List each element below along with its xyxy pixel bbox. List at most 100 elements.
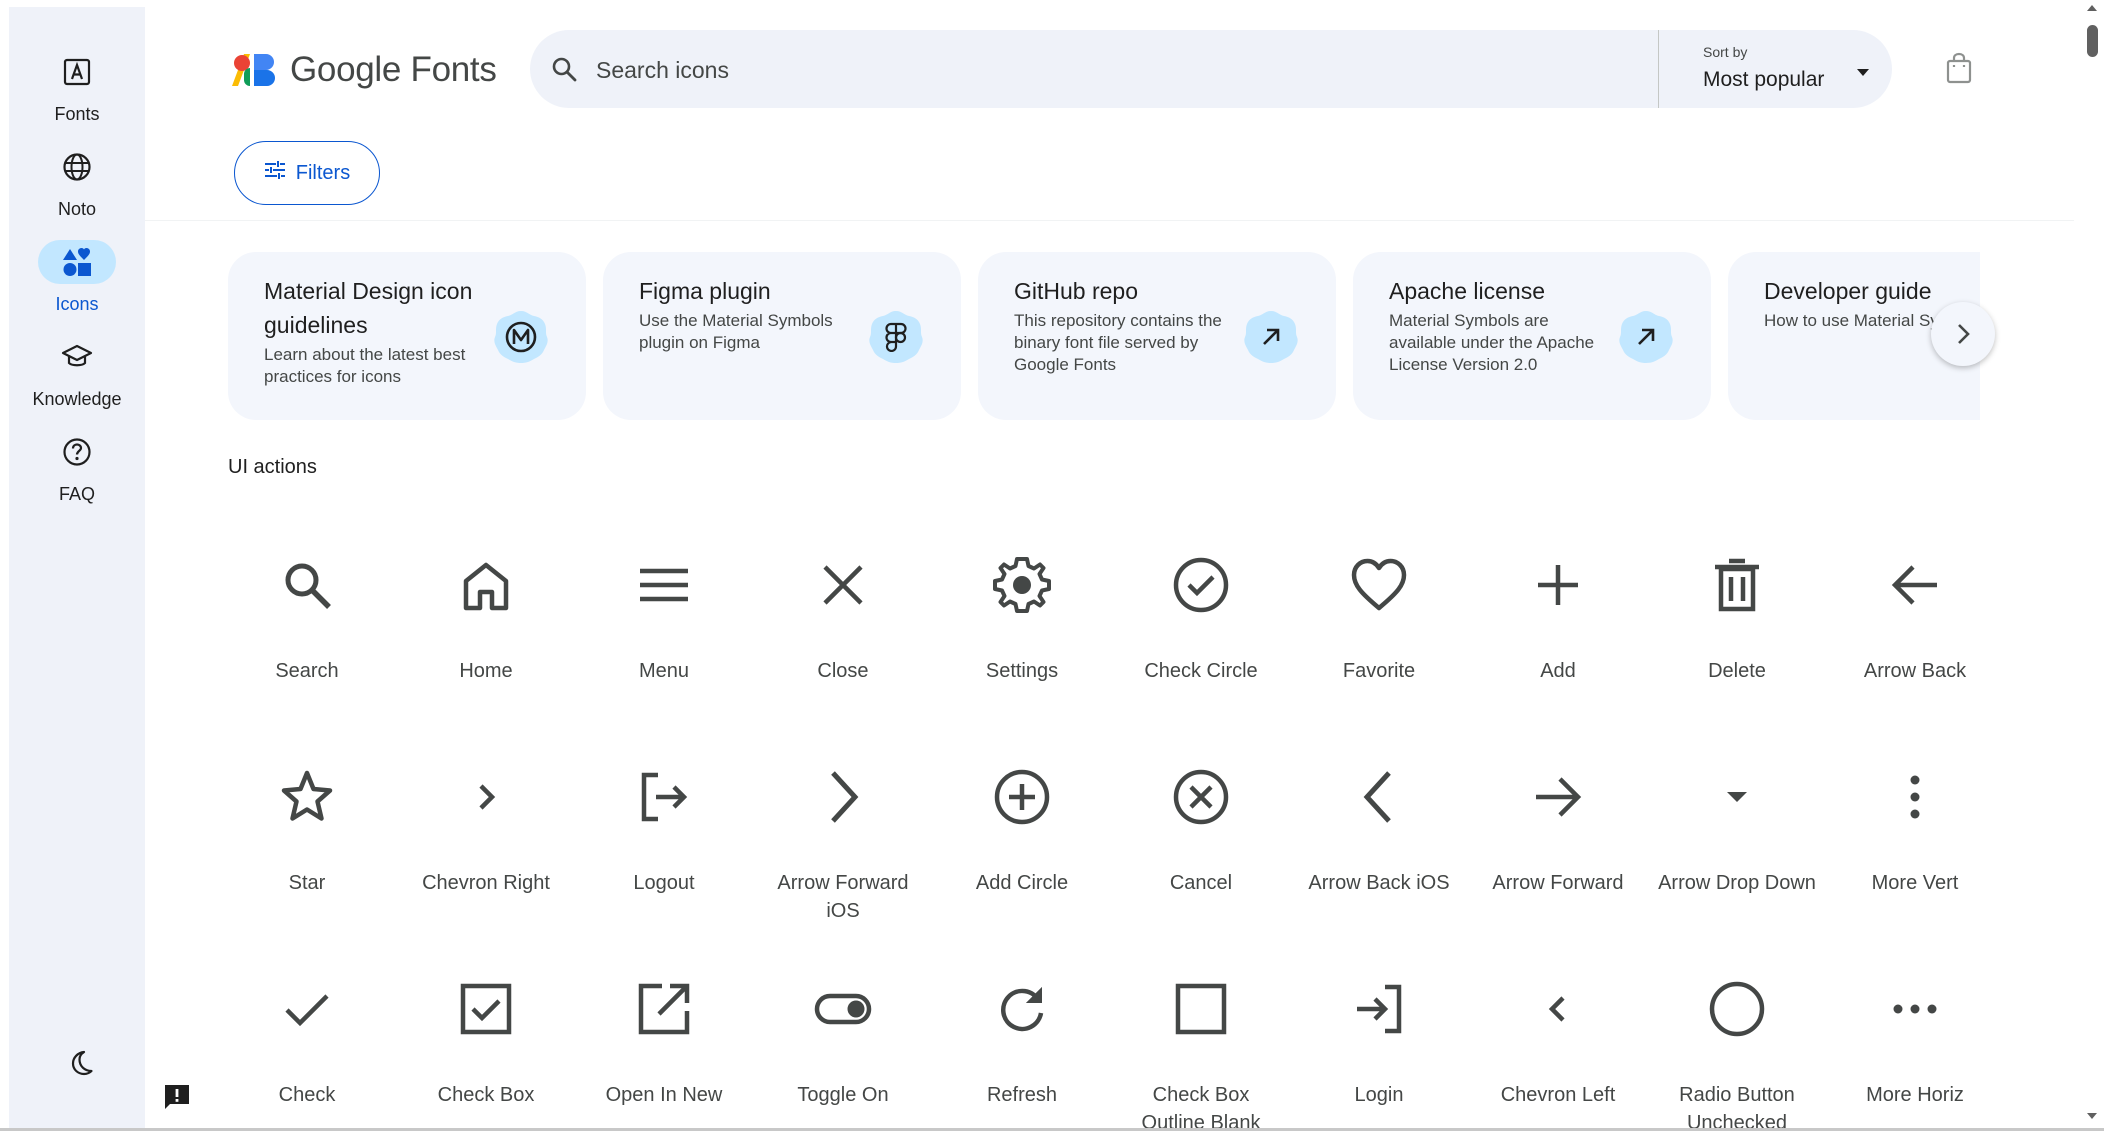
rail-item-knowledge[interactable]: Knowledge xyxy=(9,335,145,415)
scrollbar-thumb[interactable] xyxy=(2087,25,2098,57)
icon-label: Arrow Back xyxy=(1863,660,1967,682)
check-icon xyxy=(277,979,337,1039)
tune-icon xyxy=(264,160,286,186)
icon-tile-open-in-new[interactable]: Open In New xyxy=(585,954,743,1144)
icon-label: Logout xyxy=(633,872,695,894)
icon-tile-chevron-left[interactable]: Chevron Left xyxy=(1479,954,1637,1144)
icon-tile-cancel[interactable]: Cancel xyxy=(1122,742,1280,932)
icon-tile-add[interactable]: Add xyxy=(1479,530,1637,720)
chevron-right-icon[interactable] xyxy=(1931,302,1995,366)
star-icon xyxy=(277,767,337,827)
card-figma-plugin[interactable]: Figma plugin Use the Material Symbols pl… xyxy=(603,252,961,420)
header-divider xyxy=(145,220,2074,221)
icon-tile-arrow-forward-ios[interactable]: Arrow Forward iOS xyxy=(764,742,922,932)
icon-tile-arrow-back[interactable]: Arrow Back xyxy=(1836,530,1994,720)
icon-label: Arrow Forward iOS xyxy=(777,872,909,922)
arrow-drop-down-icon xyxy=(1707,767,1767,827)
help-circle-icon xyxy=(38,430,116,474)
icon-label: Home xyxy=(459,660,513,682)
navigation-rail: Fonts Noto Icons Knowledge FAQ xyxy=(9,7,145,1128)
icon-tile-check-box[interactable]: Check Box xyxy=(407,954,565,1144)
caret-down-icon xyxy=(1855,64,1871,82)
icon-label: Toggle On xyxy=(797,1084,889,1106)
icon-label: Chevron Left xyxy=(1500,1084,1616,1106)
shopping-bag-icon[interactable] xyxy=(1946,52,1972,89)
card-title: Material Design icon guidelines xyxy=(264,278,473,338)
card-desc: Material Symbols are available under the… xyxy=(1389,311,1595,374)
card-title: Figma plugin xyxy=(639,278,771,304)
icon-tile-chevron-right[interactable]: Chevron Right xyxy=(407,742,565,932)
search-bar[interactable]: Sort by Most popular xyxy=(530,30,1892,110)
google-fonts-logo-icon xyxy=(232,54,275,86)
icon-tile-delete[interactable]: Delete xyxy=(1658,530,1816,720)
scroll-down-icon[interactable] xyxy=(2086,1112,2098,1120)
icon-tile-logout[interactable]: Logout xyxy=(585,742,743,932)
icon-label: Cancel xyxy=(1169,872,1233,894)
icon-tile-login[interactable]: Login xyxy=(1300,954,1458,1144)
icon-tile-arrow-forward[interactable]: Arrow Forward xyxy=(1479,742,1637,932)
icon-tile-settings[interactable]: Settings xyxy=(943,530,1101,720)
icon-tile-arrow-back-ios[interactable]: Arrow Back iOS xyxy=(1300,742,1458,932)
icon-label: Add xyxy=(1540,660,1576,682)
icon-tile-close[interactable]: Close xyxy=(764,530,922,720)
icon-tile-favorite[interactable]: Favorite xyxy=(1300,530,1458,720)
resource-cards: Material Design icon guidelines Learn ab… xyxy=(228,252,1980,420)
icon-tile-check-circle[interactable]: Check Circle xyxy=(1122,530,1280,720)
card-desc: This repository contains the binary font… xyxy=(1014,311,1222,374)
card-apache-license[interactable]: Apache license Material Symbols are avai… xyxy=(1353,252,1711,420)
rail-item-icons[interactable]: Icons xyxy=(9,240,145,320)
scroll-up-icon[interactable] xyxy=(2086,4,2098,12)
icon-label: Check Box xyxy=(437,1084,535,1106)
chevron-left-icon xyxy=(1528,979,1588,1039)
feedback-icon[interactable] xyxy=(162,1082,192,1117)
icon-tile-more-horiz[interactable]: More Horiz xyxy=(1836,954,1994,1144)
icon-tile-check[interactable]: Check xyxy=(228,954,386,1144)
search-input[interactable] xyxy=(594,30,1598,110)
icon-label: Arrow Back iOS xyxy=(1308,872,1450,894)
scrollbar[interactable] xyxy=(2080,0,2104,1128)
icon-label: Close xyxy=(817,660,869,682)
arrow-outward-icon xyxy=(1618,309,1674,365)
favorite-icon xyxy=(1349,555,1409,615)
login-icon xyxy=(1349,979,1409,1039)
more-horiz-icon xyxy=(1885,979,1945,1039)
card-material-guidelines[interactable]: Material Design icon guidelines Learn ab… xyxy=(228,252,586,420)
icon-label: More Vert xyxy=(1871,872,1959,894)
icon-label: Star xyxy=(288,872,326,894)
sort-label: Sort by xyxy=(1703,44,1748,60)
card-desc: Use the Material Symbols plugin on Figma xyxy=(639,311,833,352)
rail-item-fonts[interactable]: Fonts xyxy=(9,50,145,130)
rail-item-faq[interactable]: FAQ xyxy=(9,430,145,510)
icon-tile-toggle-on[interactable]: Toggle On xyxy=(764,954,922,1144)
icon-label: Arrow Drop Down xyxy=(1658,872,1816,894)
icon-tile-search[interactable]: Search xyxy=(228,530,386,720)
icon-tile-home[interactable]: Home xyxy=(407,530,565,720)
icon-tile-arrow-drop-down[interactable]: Arrow Drop Down xyxy=(1658,742,1816,932)
icon-label: Search xyxy=(275,660,339,682)
card-title: GitHub repo xyxy=(1014,278,1139,304)
menu-icon xyxy=(634,555,694,615)
filters-button[interactable]: Filters xyxy=(234,141,380,205)
material-logo-icon xyxy=(493,309,549,365)
search-icon xyxy=(277,555,337,615)
icon-tile-check-box-outline-blank[interactable]: Check Box Outline Blank xyxy=(1122,954,1280,1144)
card-github-repo[interactable]: GitHub repo This repository contains the… xyxy=(978,252,1336,420)
icon-tile-star[interactable]: Star xyxy=(228,742,386,932)
icon-tile-refresh[interactable]: Refresh xyxy=(943,954,1101,1144)
icon-tile-more-vert[interactable]: More Vert xyxy=(1836,742,1994,932)
radio-button-unchecked-icon xyxy=(1707,979,1767,1039)
rail-label-noto: Noto xyxy=(57,199,97,219)
google-fonts-logo[interactable]: Google Fonts xyxy=(230,50,497,90)
sort-select[interactable]: Sort by Most popular xyxy=(1658,30,1892,108)
settings-icon xyxy=(992,555,1052,615)
icon-tile-radio-button-unchecked[interactable]: Radio Button Unchecked xyxy=(1658,954,1816,1144)
icon-tile-menu[interactable]: Menu xyxy=(585,530,743,720)
rail-label-icons: Icons xyxy=(55,294,99,314)
rail-label-faq: FAQ xyxy=(58,484,95,504)
icon-tile-add-circle[interactable]: Add Circle xyxy=(943,742,1101,932)
fonts-icon xyxy=(38,50,116,94)
icon-label: Menu xyxy=(638,660,690,682)
dark-mode-icon[interactable] xyxy=(67,1049,95,1082)
rail-item-noto[interactable]: Noto xyxy=(9,145,145,225)
add-circle-icon xyxy=(992,767,1052,827)
